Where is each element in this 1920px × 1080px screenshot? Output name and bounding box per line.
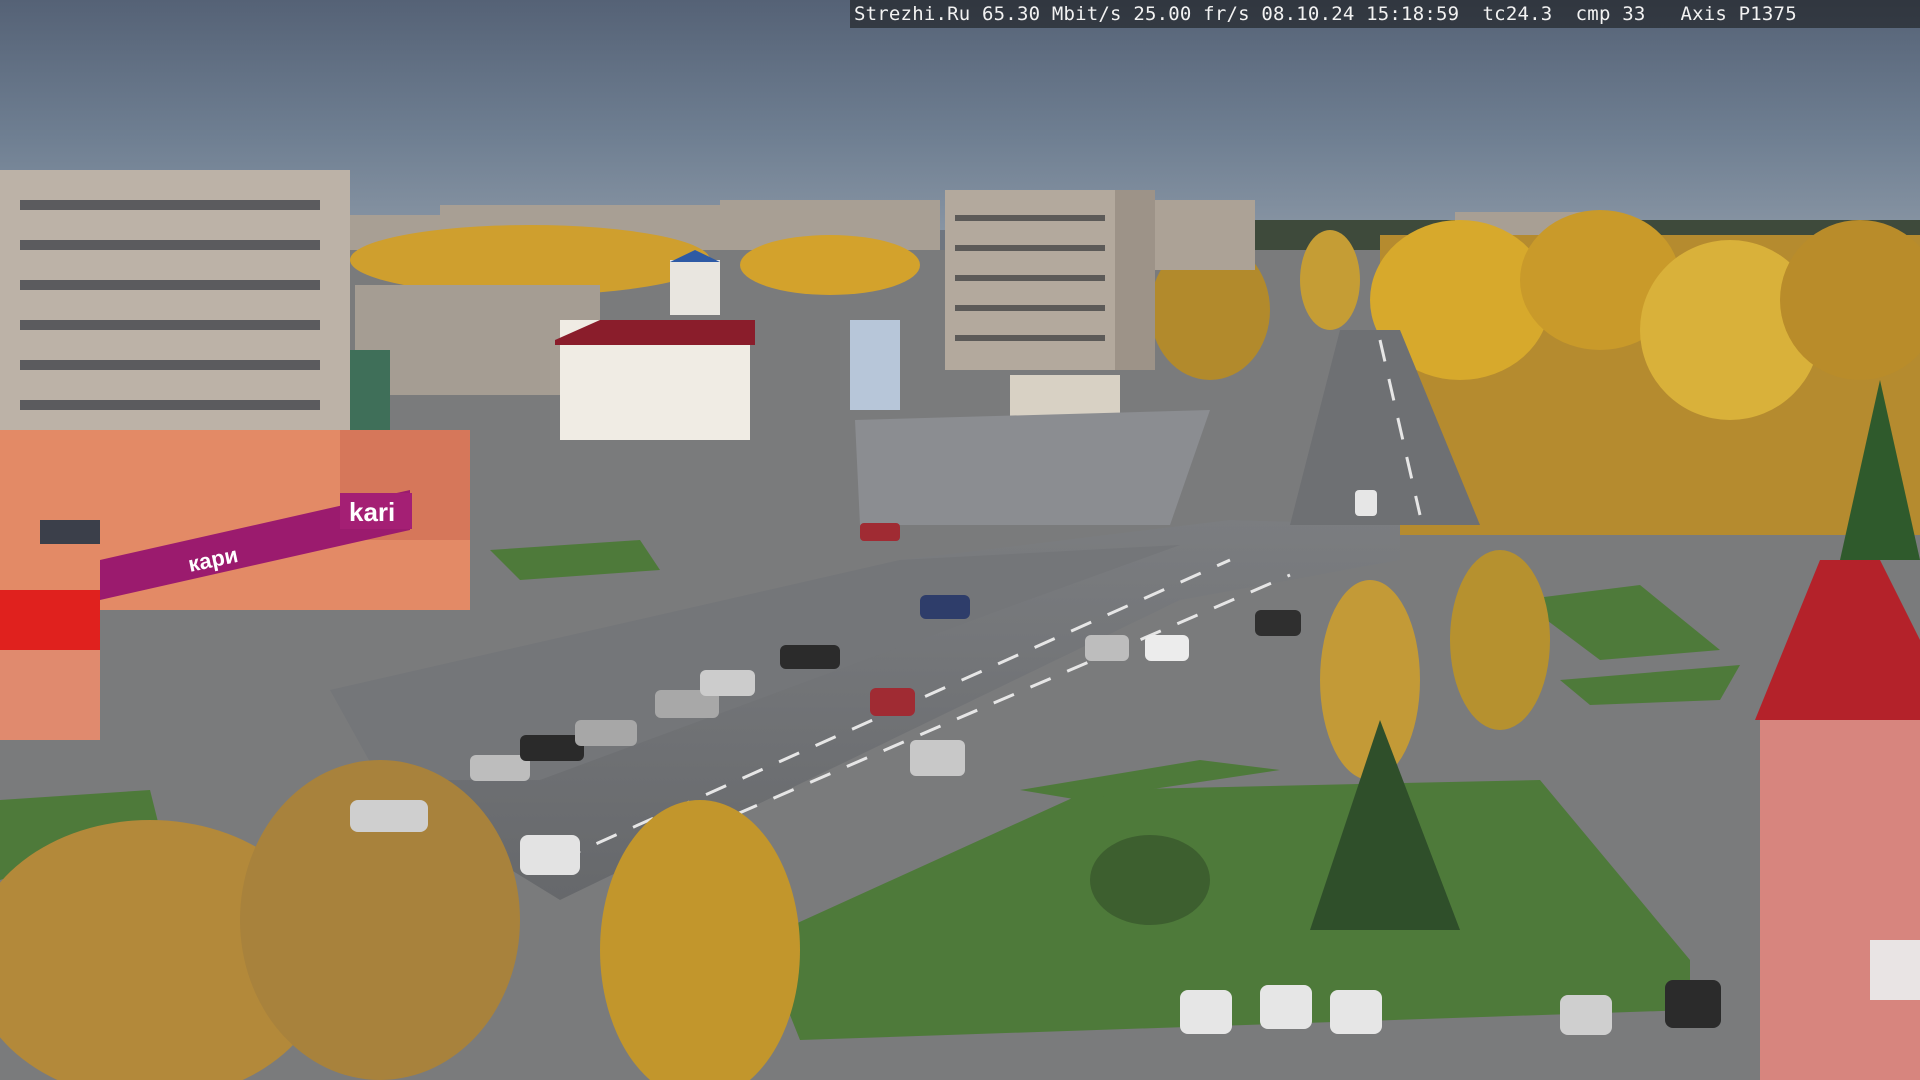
camera-frame: kari кари xyxy=(0,0,1920,1080)
overlay-cmp: cmp 33 xyxy=(1575,3,1646,25)
overlay-framerate: 25.00 fr/s xyxy=(1133,3,1250,25)
overlay-site: Strezhi.Ru xyxy=(854,3,971,25)
store-sign-logo: kari xyxy=(349,497,395,527)
overlay-camera-model: Axis P1375 xyxy=(1680,3,1797,25)
central-plaza xyxy=(855,410,1210,525)
overlay-bitrate: 65.30 Mbit/s xyxy=(982,3,1122,25)
overlay-tc: tc24.3 xyxy=(1482,3,1553,25)
overlay-time: 15:18:59 xyxy=(1366,3,1460,25)
overlay-date: 08.10.24 xyxy=(1261,3,1355,25)
camera-info-overlay: Strezhi.Ru 65.30 Mbit/s 25.00 fr/s 08.10… xyxy=(850,0,1920,28)
street-scene: kari кари xyxy=(0,0,1920,1080)
